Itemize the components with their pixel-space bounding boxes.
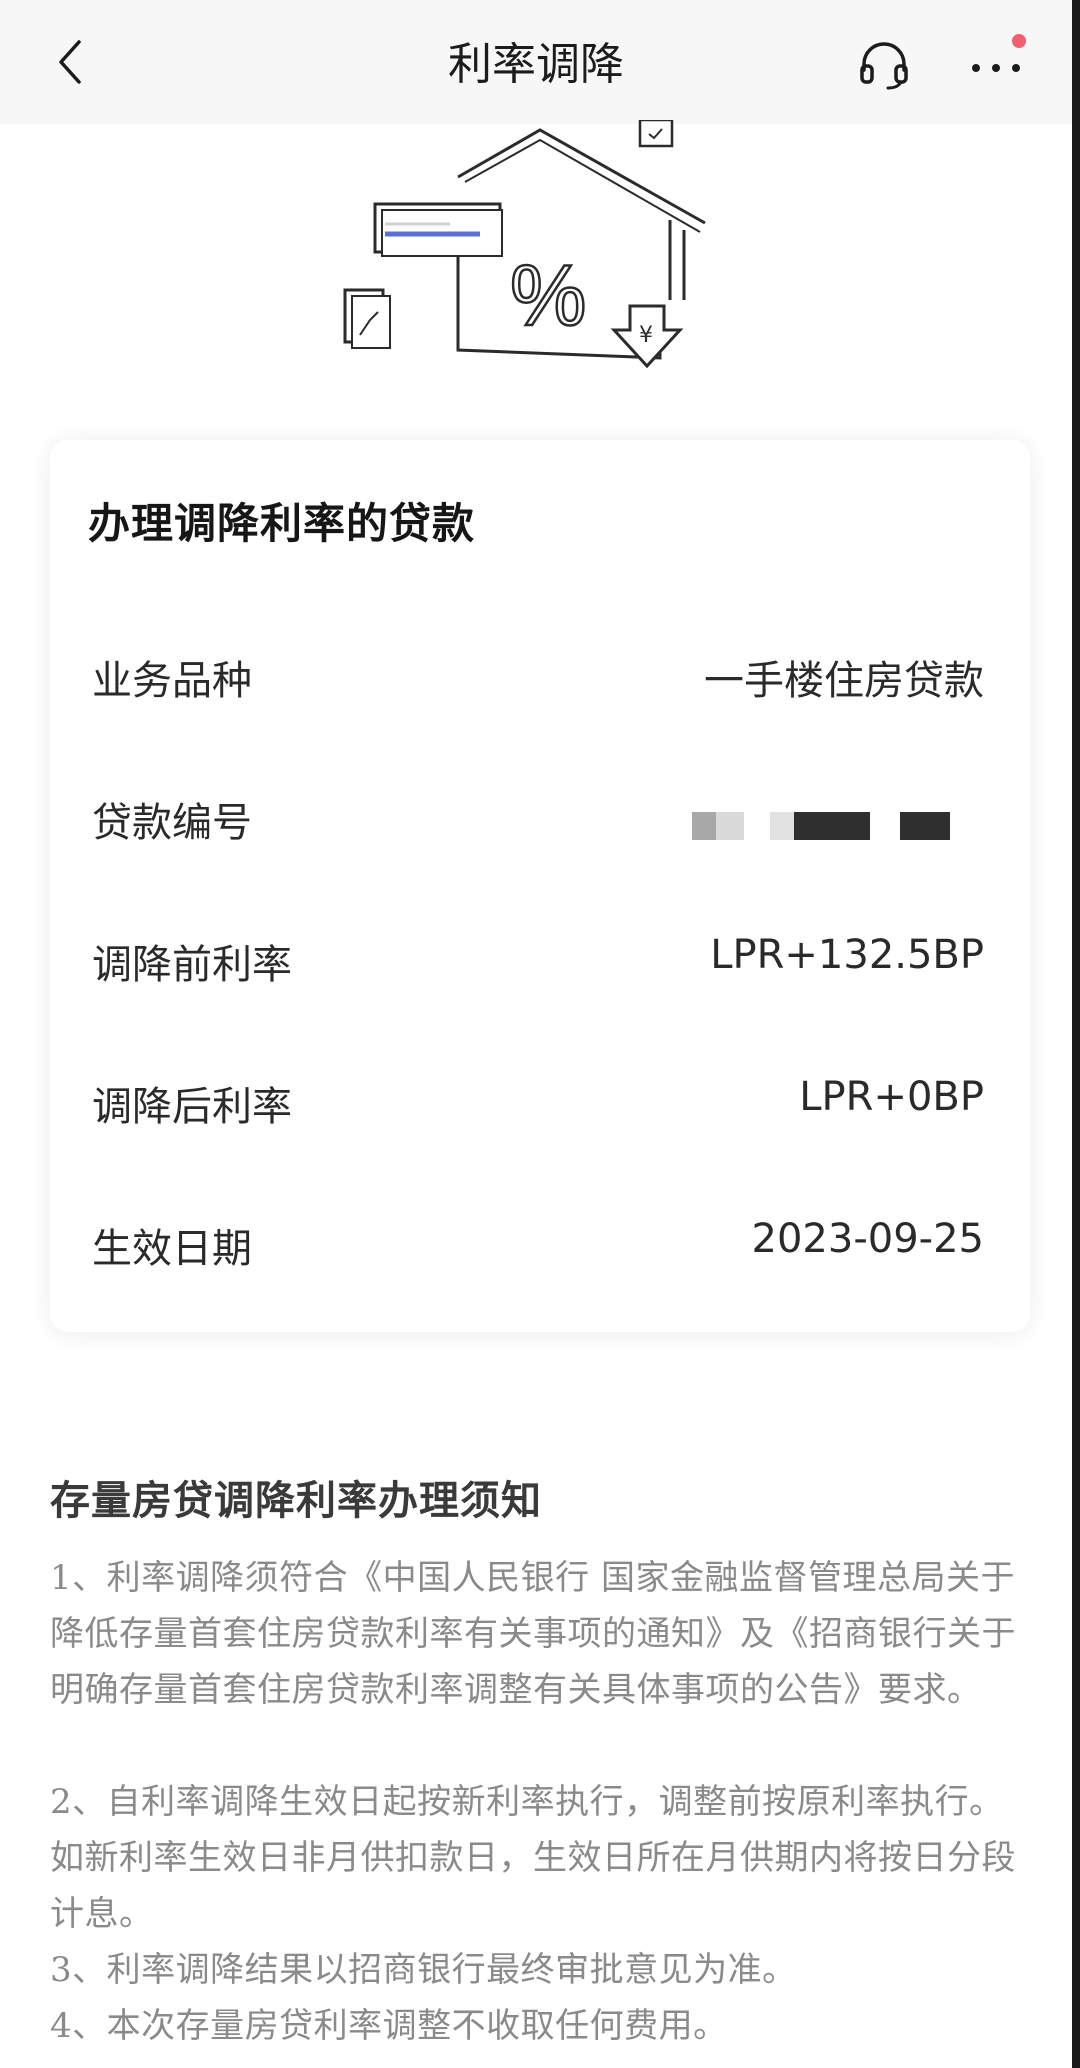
row-value-effective-date: 2023-09-25 [751,1216,984,1262]
page: 利率调降 % ¥ 办理调降利率的贷款 业务品种 一手楼住房贷款 贷款编号 调降前… [0,0,1080,2068]
notice-item-number: 3 [50,1950,73,1990]
chevron-left-icon [59,40,81,84]
notice-item-separator: 、 [72,1950,107,1990]
card-title: 办理调降利率的贷款 [88,499,476,548]
headset-icon [860,42,908,90]
back-button[interactable] [40,30,100,94]
notice-item-separator: 、 [72,2006,107,2046]
row-label-rate-after: 调降后利率 [92,1084,292,1130]
notice-item-text: 本次存量房贷利率调整不收取任何费用。 [106,2006,728,2046]
notice-item-separator: 、 [72,1782,107,1822]
row-value-rate-before: LPR+132.5BP [710,932,984,978]
notice-item-number: 4 [50,2006,73,2046]
house-percent-illustration: % ¥ [343,120,706,369]
row-label-effective-date: 生效日期 [92,1226,252,1272]
notice-item-text: 利率调降须符合《中国人民银行 国家金融监督管理总局关于降低存量首套住房贷款利率有… [50,1558,1016,1710]
svg-text:%: % [510,248,586,344]
row-label-business-type: 业务品种 [92,658,252,704]
notice-item: 3、利率调降结果以招商银行最终审批意见为准。 [50,1942,1030,1998]
masked-loan-number [692,812,962,840]
notice-item-text: 利率调降结果以招商银行最终审批意见为准。 [106,1950,797,1990]
notice-item: 4、本次存量房贷利率调整不收取任何费用。 [50,1998,1030,2054]
customer-service-button[interactable] [856,36,912,92]
row-value-rate-after: LPR+0BP [799,1074,984,1120]
notice-item-separator: 、 [72,1558,107,1598]
row-value-business-type: 一手楼住房贷款 [704,658,984,704]
notification-dot [1012,34,1026,48]
loan-info-card: 办理调降利率的贷款 业务品种 一手楼住房贷款 贷款编号 调降前利率 LPR+13… [50,440,1030,1332]
notice-item: 2、自利率调降生效日起按新利率执行，调整前按原利率执行。如新利率生效日非月供扣款… [50,1774,1030,1942]
notice-item-text: 自利率调降生效日起按新利率执行，调整前按原利率执行。如新利率生效日非月供扣款日，… [50,1782,1016,1934]
top-navigation-bar: 利率调降 [0,0,1072,124]
row-label-rate-before: 调降前利率 [92,942,292,988]
notice-item-number: 1 [50,1558,73,1598]
notice-item: 1、利率调降须符合《中国人民银行 国家金融监督管理总局关于降低存量首套住房贷款利… [50,1550,1030,1718]
svg-text:¥: ¥ [639,323,653,348]
row-label-loan-number: 贷款编号 [92,800,252,846]
notice-title: 存量房贷调降利率办理须知 [50,1478,542,1524]
notice-item-number: 2 [50,1782,73,1822]
screen-edge [1072,0,1080,2068]
